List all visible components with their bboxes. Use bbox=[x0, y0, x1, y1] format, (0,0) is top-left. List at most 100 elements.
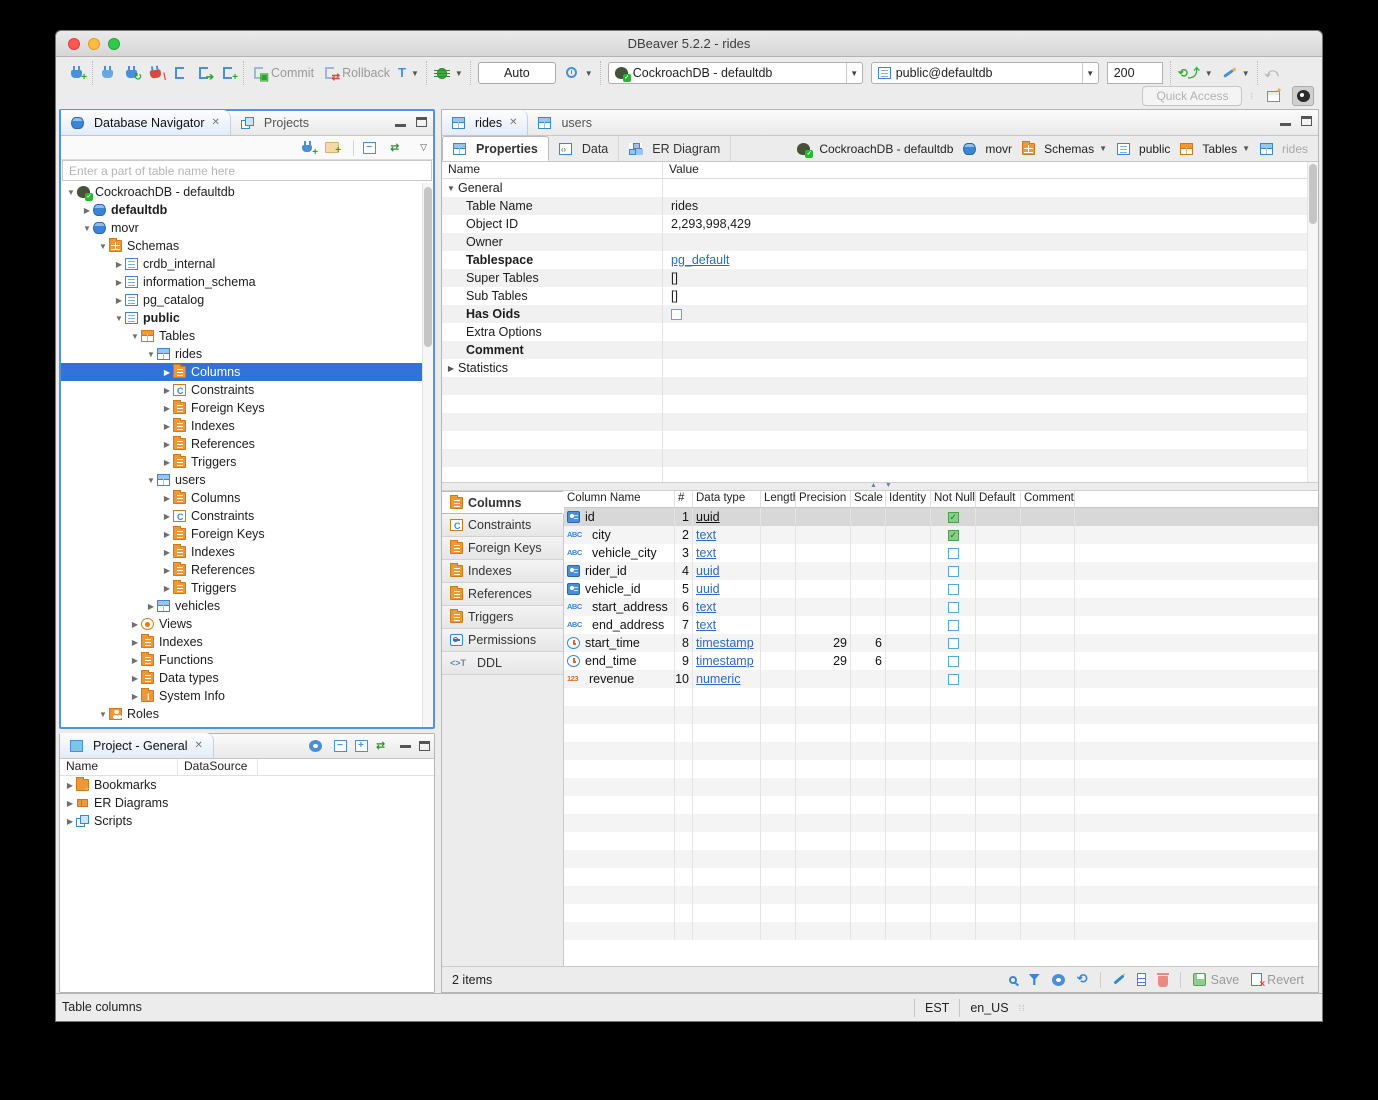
debug-button[interactable]: ▼ bbox=[434, 65, 463, 81]
tab-projects[interactable]: Projects bbox=[231, 110, 319, 135]
chevron-right-icon[interactable]: ▶ bbox=[161, 530, 173, 539]
project-item-bookmarks[interactable]: ▶Bookmarks bbox=[60, 776, 434, 794]
tree-item-foreign-keys[interactable]: ▶Foreign Keys bbox=[61, 525, 433, 543]
grid-col-length[interactable]: Length bbox=[761, 491, 796, 507]
project-item-scripts[interactable]: ▶Scripts bbox=[60, 812, 434, 830]
chevron-down-icon[interactable]: ▼ bbox=[65, 188, 77, 197]
tree-item-cockroachdb-defaultdb[interactable]: ▼CockroachDB - defaultdb bbox=[61, 183, 433, 201]
tree-item-schemas[interactable]: ▼Schemas bbox=[61, 237, 433, 255]
view-menu-icon[interactable]: ▽ bbox=[420, 142, 427, 153]
chevron-down-icon[interactable]: ▼ bbox=[81, 224, 93, 233]
open-perspective-button[interactable] bbox=[1262, 86, 1284, 106]
table-row-revenue[interactable]: revenue10numeric bbox=[564, 670, 1318, 688]
chevron-down-icon[interactable]: ▼ bbox=[97, 242, 109, 251]
detail-tab-columns[interactable]: Columns bbox=[442, 491, 564, 514]
checkbox[interactable] bbox=[948, 584, 959, 595]
chevron-right-icon[interactable]: ▶ bbox=[161, 440, 173, 449]
grid-col--[interactable]: # bbox=[675, 491, 693, 507]
save-button[interactable]: Save bbox=[1193, 973, 1240, 987]
tree-item-references[interactable]: ▶References bbox=[61, 435, 433, 453]
table-filter-input[interactable] bbox=[63, 164, 431, 178]
link-with-editor-icon[interactable] bbox=[390, 142, 406, 154]
editor-tab-rides[interactable]: rides✕ bbox=[442, 110, 528, 135]
tree-item-indexes[interactable]: ▶Indexes bbox=[61, 543, 433, 561]
gear-icon[interactable] bbox=[1052, 974, 1065, 986]
table-row-start_address[interactable]: start_address6text bbox=[564, 598, 1318, 616]
chevron-down-icon[interactable]: ▼ bbox=[1242, 144, 1250, 153]
checkbox[interactable] bbox=[948, 674, 959, 685]
subtab-properties[interactable]: Properties bbox=[442, 136, 549, 161]
tree-item-movr[interactable]: ▼movr bbox=[61, 219, 433, 237]
property-row-general[interactable]: ▼General bbox=[442, 179, 1318, 197]
grid-col-data-type[interactable]: Data type bbox=[693, 491, 761, 507]
tree-item-information-schema[interactable]: ▶information_schema bbox=[61, 273, 433, 291]
chevron-right-icon[interactable]: ▶ bbox=[161, 494, 173, 503]
property-row-object-id[interactable]: Object ID2,293,998,429 bbox=[442, 215, 1318, 233]
data-type-link[interactable]: text bbox=[696, 618, 716, 632]
property-row-tablespace[interactable]: Tablespacepg_default bbox=[442, 251, 1318, 269]
splitter[interactable]: ▲ ▼ bbox=[442, 482, 1318, 491]
tree-item-defaultdb[interactable]: ▶defaultdb bbox=[61, 201, 433, 219]
close-icon[interactable]: ✕ bbox=[211, 117, 219, 128]
tree-item-roles[interactable]: ▼Roles bbox=[61, 705, 433, 723]
checkbox[interactable] bbox=[948, 530, 959, 541]
property-row-statistics[interactable]: ▶Statistics bbox=[442, 359, 1318, 377]
delete-icon[interactable] bbox=[1158, 976, 1168, 987]
tree-item-rides[interactable]: ▼rides bbox=[61, 345, 433, 363]
chevron-right-icon[interactable]: ▶ bbox=[161, 548, 173, 557]
connect-icon[interactable] bbox=[100, 65, 116, 81]
chevron-right-icon[interactable]: ▶ bbox=[161, 566, 173, 575]
tree-item-users[interactable]: ▼users bbox=[61, 471, 433, 489]
property-row-comment[interactable]: Comment bbox=[442, 341, 1318, 359]
connection-combo[interactable]: CockroachDB - defaultdb ▼ bbox=[608, 62, 863, 84]
tree-item-vehicles[interactable]: ▶vehicles bbox=[61, 597, 433, 615]
tree-item-tables[interactable]: ▼Tables bbox=[61, 327, 433, 345]
chevron-down-icon[interactable]: ▼ bbox=[113, 314, 125, 323]
data-type-link[interactable]: text bbox=[696, 600, 716, 614]
chevron-right-icon[interactable]: ▶ bbox=[161, 404, 173, 413]
detail-tab-ddl[interactable]: DDL bbox=[442, 652, 563, 675]
detail-tab-permissions[interactable]: Permissions bbox=[442, 629, 563, 652]
chevron-down-icon[interactable]: ▼ bbox=[129, 332, 141, 341]
detail-tab-references[interactable]: References bbox=[442, 583, 563, 606]
refresh-icon[interactable]: ⟲ bbox=[1077, 973, 1088, 986]
chevron-down-icon[interactable]: ▼ bbox=[97, 710, 109, 719]
checkbox[interactable] bbox=[671, 309, 682, 320]
chevron-right-icon[interactable]: ▶ bbox=[161, 422, 173, 431]
rollback-button[interactable]: ⇄Rollback bbox=[322, 65, 390, 81]
data-type-link[interactable]: text bbox=[696, 528, 716, 542]
subtab-er-diagram[interactable]: ER Diagram bbox=[619, 136, 731, 161]
property-row-sub-tables[interactable]: Sub Tables[] bbox=[442, 287, 1318, 305]
grid-col-precision[interactable]: Precision bbox=[796, 491, 851, 507]
tree-item-triggers[interactable]: ▶Triggers bbox=[61, 453, 433, 471]
grid-col-column-name[interactable]: Column Name bbox=[564, 491, 675, 507]
open-sql-editor-icon[interactable]: ➔ bbox=[196, 65, 212, 81]
disconnect-icon[interactable]: \ bbox=[148, 65, 164, 81]
tree-item-foreign-keys[interactable]: ▶Foreign Keys bbox=[61, 399, 433, 417]
prop-col-value[interactable]: Value bbox=[662, 162, 1318, 178]
checkbox[interactable] bbox=[948, 602, 959, 613]
minimize-view-button[interactable] bbox=[400, 745, 411, 748]
tree-item-constraints[interactable]: ▶Constraints bbox=[61, 381, 433, 399]
quick-access-input[interactable]: Quick Access bbox=[1142, 86, 1242, 106]
tree-item-functions[interactable]: ▶Functions bbox=[61, 651, 433, 669]
reconnect-icon[interactable]: ↻ bbox=[124, 65, 140, 81]
data-type-link[interactable]: numeric bbox=[696, 672, 740, 686]
chevron-down-icon[interactable]: ▼ bbox=[444, 184, 458, 193]
chevron-right-icon[interactable]: ▶ bbox=[129, 692, 141, 701]
transaction-mode-button[interactable]: T▼ bbox=[398, 65, 419, 81]
detail-tab-indexes[interactable]: Indexes bbox=[442, 560, 563, 583]
status-grip[interactable]: ⁞⁞ bbox=[1019, 1003, 1026, 1013]
table-row-city[interactable]: city2text bbox=[564, 526, 1318, 544]
tree-item-columns[interactable]: ▶Columns bbox=[61, 489, 433, 507]
chevron-right-icon[interactable]: ▶ bbox=[64, 817, 76, 826]
schema-combo-arrow[interactable]: ▼ bbox=[1082, 63, 1098, 83]
rows-icon[interactable] bbox=[1137, 973, 1146, 986]
breadcrumb-item-movr[interactable]: movr bbox=[963, 142, 1012, 156]
subtab-data[interactable]: Data bbox=[549, 136, 619, 161]
collapse-all-icon[interactable] bbox=[363, 142, 376, 154]
detail-tab-triggers[interactable]: Triggers bbox=[442, 606, 563, 629]
chevron-down-icon[interactable]: ▼ bbox=[145, 476, 157, 485]
chevron-right-icon[interactable]: ▶ bbox=[161, 512, 173, 521]
close-icon[interactable]: ✕ bbox=[509, 117, 517, 128]
